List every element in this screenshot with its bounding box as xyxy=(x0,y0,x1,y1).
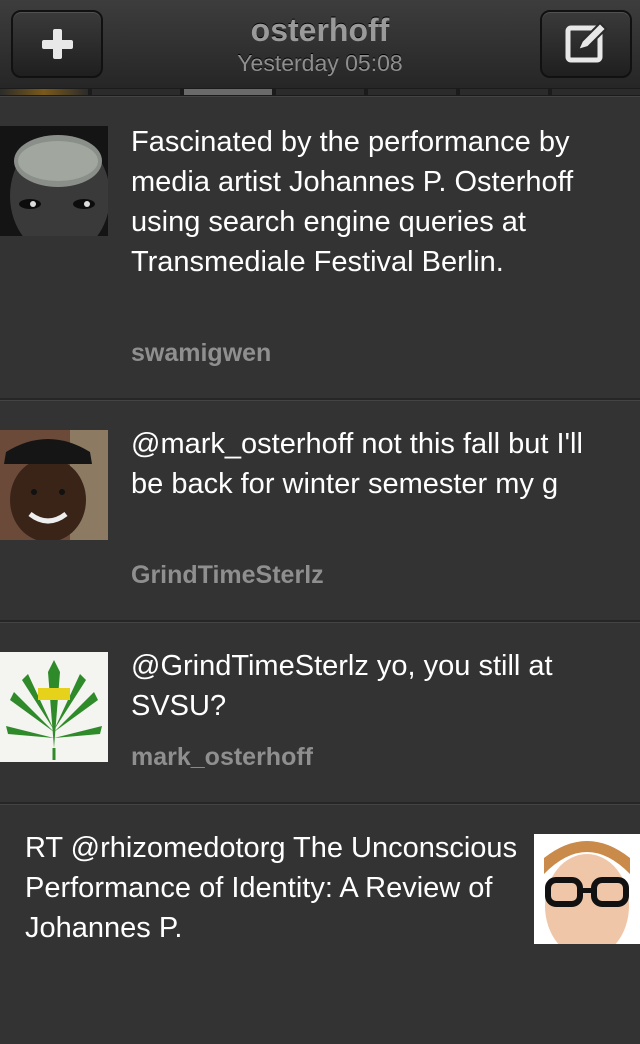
compose-button[interactable] xyxy=(540,10,632,78)
tab-indicator-1[interactable] xyxy=(0,89,88,95)
avatar[interactable] xyxy=(0,652,108,762)
tweet-text: @mark_osterhoff not this fall but I'll b… xyxy=(131,428,583,500)
leaf-logo-avatar xyxy=(0,652,108,762)
tweet-author[interactable]: swamigwen xyxy=(131,338,271,368)
tab-indicator-7[interactable] xyxy=(552,89,640,95)
tweet-author[interactable]: mark_osterhoff xyxy=(131,742,313,772)
navigation-bar: osterhoff Yesterday 05:08 xyxy=(0,0,640,89)
tweet-author[interactable]: GrindTimeSterlz xyxy=(131,560,324,590)
tweet-row[interactable]: @GrindTimeSterlz yo, you still at SVSU? … xyxy=(0,622,640,804)
add-button[interactable] xyxy=(11,10,103,78)
compose-icon xyxy=(565,21,608,63)
page-subtitle: Yesterday 05:08 xyxy=(237,50,403,76)
tab-indicator-3[interactable] xyxy=(184,89,272,95)
avatar[interactable] xyxy=(0,430,108,540)
tab-indicator-2[interactable] xyxy=(92,89,180,95)
plus-icon xyxy=(42,29,73,59)
tab-indicator-6[interactable] xyxy=(460,89,548,95)
glasses-man-avatar xyxy=(534,834,640,944)
tweet-text: @GrindTimeSterlz yo, you still at SVSU? xyxy=(131,650,553,722)
woman-face-avatar xyxy=(0,126,108,236)
tweet-text: RT @rhizomedotorg The Unconscious Perfor… xyxy=(25,832,518,944)
tweet-text: Fascinated by the performance by media a… xyxy=(131,126,574,278)
tweet-row[interactable]: Fascinated by the performance by media a… xyxy=(0,96,640,400)
avatar[interactable] xyxy=(534,834,640,944)
page-title: osterhoff xyxy=(250,12,390,48)
tweet-row[interactable]: @mark_osterhoff not this fall but I'll b… xyxy=(0,400,640,622)
tab-indicator-5[interactable] xyxy=(368,89,456,95)
tweet-row[interactable]: RT @rhizomedotorg The Unconscious Perfor… xyxy=(0,804,640,1044)
avatar[interactable] xyxy=(0,126,108,236)
tab-indicator-4[interactable] xyxy=(276,89,364,95)
tab-indicator-bar xyxy=(0,88,640,96)
man-cap-avatar xyxy=(0,430,108,540)
